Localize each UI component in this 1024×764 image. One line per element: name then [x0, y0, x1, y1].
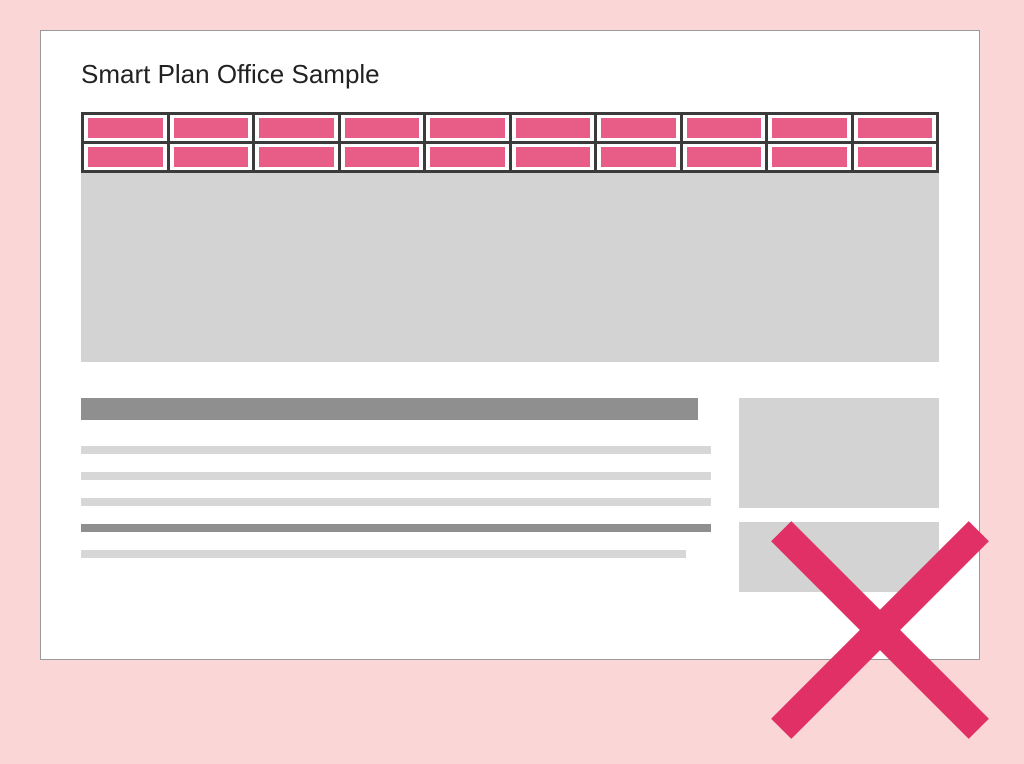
nav-cell[interactable]	[426, 115, 512, 141]
nav-row	[84, 115, 936, 141]
content-row	[81, 398, 939, 592]
nav-cell-fill	[259, 118, 334, 138]
nav-cell-fill	[174, 147, 249, 167]
nav-cell-fill	[601, 118, 676, 138]
nav-cell-fill	[345, 118, 420, 138]
nav-cell[interactable]	[683, 115, 769, 141]
hero-banner-placeholder	[81, 112, 939, 362]
article-column	[81, 398, 711, 592]
nav-cell[interactable]	[597, 115, 683, 141]
nav-cell[interactable]	[768, 115, 854, 141]
nav-cell-fill	[430, 118, 505, 138]
nav-cell[interactable]	[255, 144, 341, 170]
nav-cell-fill	[858, 147, 933, 167]
nav-cell[interactable]	[255, 115, 341, 141]
nav-cell[interactable]	[170, 115, 256, 141]
article-line-placeholder	[81, 446, 711, 454]
sidebar-box-placeholder	[739, 522, 939, 592]
article-title-placeholder	[81, 398, 698, 420]
nav-cell[interactable]	[170, 144, 256, 170]
nav-row	[84, 141, 936, 170]
nav-cell-fill	[687, 118, 762, 138]
nav-cell[interactable]	[341, 115, 427, 141]
nav-cell-fill	[345, 147, 420, 167]
nav-cell[interactable]	[341, 144, 427, 170]
nav-cell-fill	[516, 147, 591, 167]
nav-cell-fill	[259, 147, 334, 167]
nav-cell[interactable]	[597, 144, 683, 170]
nav-cell-fill	[516, 118, 591, 138]
nav-cell[interactable]	[512, 144, 598, 170]
nav-cell-fill	[687, 147, 762, 167]
wireframe-card: Smart Plan Office Sample	[40, 30, 980, 660]
article-line-placeholder	[81, 472, 711, 480]
article-line-placeholder	[81, 498, 711, 506]
nav-cell-fill	[858, 118, 933, 138]
nav-cell-fill	[174, 118, 249, 138]
nav-cell[interactable]	[426, 144, 512, 170]
nav-cell-fill	[430, 147, 505, 167]
nav-cell-fill	[88, 147, 163, 167]
sidebar-box-placeholder	[739, 398, 939, 508]
nav-cell-fill	[88, 118, 163, 138]
nav-cell[interactable]	[854, 144, 937, 170]
nav-cell[interactable]	[683, 144, 769, 170]
nav-strip	[81, 112, 939, 173]
article-line-placeholder	[81, 524, 711, 532]
nav-cell[interactable]	[512, 115, 598, 141]
sidebar-column	[739, 398, 939, 592]
nav-cell[interactable]	[84, 144, 170, 170]
nav-cell-fill	[601, 147, 676, 167]
page-title: Smart Plan Office Sample	[81, 59, 939, 90]
nav-cell[interactable]	[768, 144, 854, 170]
nav-cell-fill	[772, 147, 847, 167]
nav-cell[interactable]	[84, 115, 170, 141]
nav-cell-fill	[772, 118, 847, 138]
article-line-placeholder	[81, 550, 686, 558]
nav-cell[interactable]	[854, 115, 937, 141]
